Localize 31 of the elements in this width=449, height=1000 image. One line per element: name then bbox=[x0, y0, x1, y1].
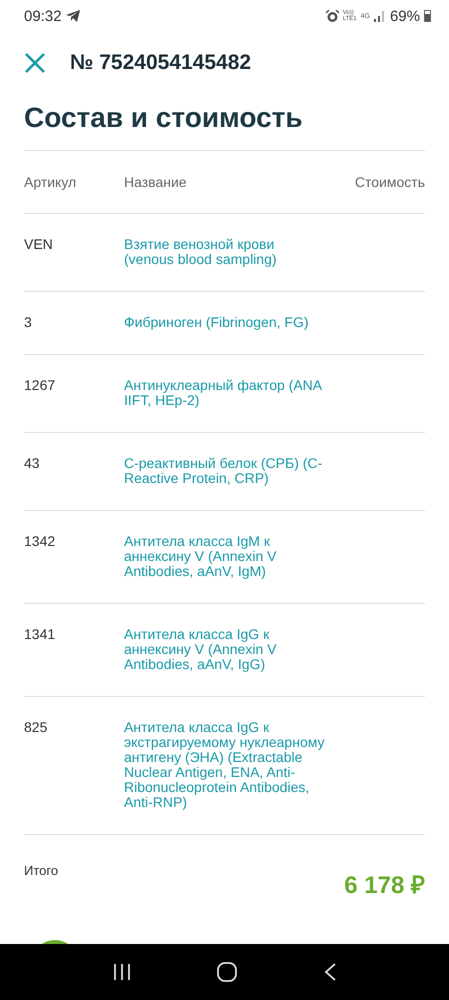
signal-icon bbox=[374, 10, 386, 22]
send-icon bbox=[66, 10, 80, 22]
article-code: 825 bbox=[24, 720, 48, 737]
alarm-icon bbox=[326, 10, 339, 22]
service-link[interactable]: Антинуклеарный фактор (ANA IIFT, HEp-2) bbox=[124, 378, 326, 408]
column-header: Стоимость bbox=[354, 175, 425, 190]
article-code: VEN bbox=[24, 237, 54, 254]
article-code: 1341 bbox=[24, 627, 56, 644]
home-icon[interactable] bbox=[217, 962, 238, 982]
page-title: Состав и стоимость bbox=[24, 102, 425, 151]
service-link[interactable]: Антитела класса IgM к аннексину V (Annexin V Antibodies, aAnV, IgM) bbox=[124, 534, 326, 579]
total-label: Итого bbox=[24, 863, 58, 878]
status-time: 09:32 bbox=[24, 8, 62, 24]
article-code: 3 bbox=[24, 315, 33, 330]
recent-apps-icon[interactable] bbox=[113, 964, 132, 980]
close-button[interactable] bbox=[24, 52, 46, 74]
column-header: Название bbox=[124, 175, 188, 190]
battery-icon bbox=[424, 10, 431, 22]
column-header: Артикул bbox=[24, 175, 78, 190]
service-link[interactable]: Антитела класса IgG к экстрагируемому нуклеарному антигену (ЭНА) (Extractable Nuclear Antigen, ENA, Anti-Ribonucleoprotein Antibodies, Anti-RNP) bbox=[124, 720, 326, 810]
battery-percent: 69% bbox=[390, 8, 420, 24]
service-link[interactable]: Фибриноген (Fibrinogen, FG) bbox=[124, 315, 326, 330]
service-link[interactable]: Взятие венозной крови (venous blood sampling) bbox=[124, 237, 326, 267]
article-code: 43 bbox=[24, 456, 41, 473]
article-code: 1342 bbox=[24, 534, 56, 551]
article-code: 1267 bbox=[24, 378, 56, 395]
service-link[interactable]: Антитела класса IgG к аннексину V (Annexin V Antibodies, aAnV, IgG) bbox=[124, 627, 326, 672]
service-link[interactable]: С-реактивный белок (СРБ) (C-Reactive Protein, CRP) bbox=[124, 456, 326, 486]
total-amount: 6 178 ₽ bbox=[344, 871, 425, 900]
back-icon[interactable] bbox=[324, 963, 336, 981]
order-number: № 7524054145482 bbox=[70, 51, 252, 75]
